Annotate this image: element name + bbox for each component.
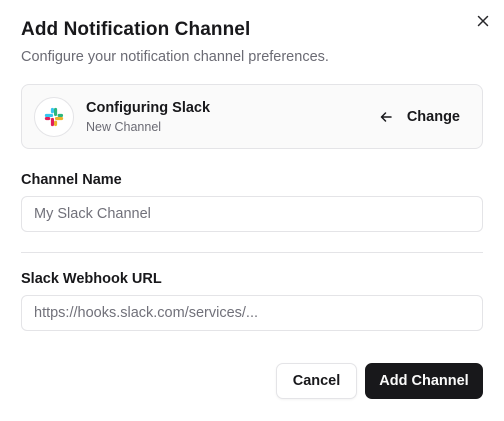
webhook-url-input[interactable] [21, 295, 483, 331]
add-notification-channel-dialog: Add Notification Channel Configure your … [0, 0, 504, 421]
provider-logo [34, 97, 74, 137]
channel-name-label: Channel Name [21, 172, 122, 188]
webhook-url-label: Slack Webhook URL [21, 271, 162, 287]
dialog-title: Add Notification Channel [21, 19, 251, 40]
slack-logo-icon [44, 107, 64, 127]
change-provider-button[interactable]: Change [369, 101, 470, 133]
change-label: Change [406, 109, 460, 125]
divider [21, 252, 483, 253]
provider-card: Configuring Slack New Channel Change [21, 84, 483, 149]
dialog-subtitle: Configure your notification channel pref… [21, 49, 329, 65]
provider-status: New Channel [86, 120, 162, 134]
add-channel-button[interactable]: Add Channel [365, 363, 483, 399]
arrow-left-icon [380, 112, 392, 122]
close-button[interactable] [474, 12, 492, 30]
channel-name-input[interactable] [21, 196, 483, 232]
provider-name: Configuring Slack [86, 100, 211, 116]
close-icon [477, 15, 489, 27]
cancel-button[interactable]: Cancel [276, 363, 357, 399]
